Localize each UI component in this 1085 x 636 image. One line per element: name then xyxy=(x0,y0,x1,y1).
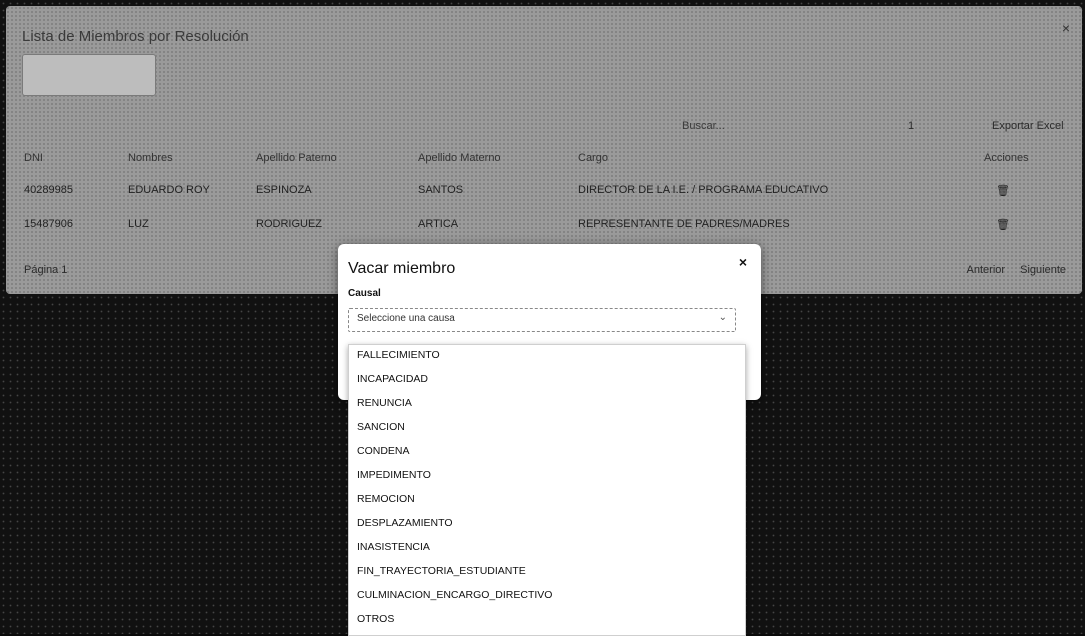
panel-action-button[interactable] xyxy=(22,54,156,96)
export-excel-button[interactable]: Exportar Excel xyxy=(992,120,1064,132)
cell-apellido-paterno: RODRIGUEZ xyxy=(256,218,322,230)
dropdown-option-inasistencia[interactable]: INASISTENCIA xyxy=(357,541,430,553)
cell-cargo: DIRECTOR DE LA I.E. / PROGRAMA EDUCATIVO xyxy=(578,184,829,196)
causal-label: Causal xyxy=(348,288,381,299)
column-header-acciones: Acciones xyxy=(984,152,1029,164)
cell-dni: 15487906 xyxy=(24,218,73,230)
panel-close-icon[interactable]: × xyxy=(1062,20,1070,36)
search-count: 1 xyxy=(908,120,915,132)
pagination-next-button[interactable]: Siguiente xyxy=(1020,264,1066,276)
dropdown-option-impedimento[interactable]: IMPEDIMENTO xyxy=(357,469,431,481)
dropdown-option-renuncia[interactable]: RENUNCIA xyxy=(357,397,412,409)
dropdown-option-fin-trayectoria-estudiante[interactable]: FIN_TRAYECTORIA_ESTUDIANTE xyxy=(357,565,526,577)
cell-apellido-paterno: ESPINOZA xyxy=(256,184,312,196)
trash-icon[interactable]: 🗑 xyxy=(996,218,1010,231)
dropdown-option-remocion[interactable]: REMOCION xyxy=(357,493,415,505)
dropdown-option-culminacion-encargo-directivo[interactable]: CULMINACION_ENCARGO_DIRECTIVO xyxy=(357,589,552,601)
dropdown-option-otros[interactable]: OTROS xyxy=(357,613,394,625)
cell-apellido-materno: ARTICA xyxy=(418,218,459,230)
column-header-apellido-materno: Apellido Materno xyxy=(418,152,501,164)
causal-select[interactable]: Seleccione una causa ⌄ xyxy=(348,308,736,332)
pagination-info: Página 1 xyxy=(24,264,68,276)
column-header-apellido-paterno: Apellido Paterno xyxy=(256,152,337,164)
dropdown-option-fallecimiento[interactable]: FALLECIMIENTO xyxy=(357,349,440,361)
cell-nombres: EDUARDO ROY xyxy=(128,184,210,196)
dropdown-option-incapacidad[interactable]: INCAPACIDAD xyxy=(357,373,428,385)
column-header-nombres: Nombres xyxy=(128,152,173,164)
dropdown-option-condena[interactable]: CONDENA xyxy=(357,445,410,457)
close-icon[interactable]: × xyxy=(739,254,747,270)
column-header-dni: DNI xyxy=(24,152,43,164)
search-input[interactable]: Buscar... xyxy=(682,120,725,132)
pagination-prev-button[interactable]: Anterior xyxy=(967,264,1006,276)
trash-icon[interactable]: 🗑 xyxy=(996,184,1010,197)
dropdown-option-sancion[interactable]: SANCION xyxy=(357,421,405,433)
causal-dropdown-list: FALLECIMIENTO INCAPACIDAD RENUNCIA SANCI… xyxy=(348,344,746,636)
modal-title: Vacar miembro xyxy=(348,260,456,277)
column-header-cargo: Cargo xyxy=(578,152,608,164)
cell-apellido-materno: SANTOS xyxy=(418,184,464,196)
panel-title: Lista de Miembros por Resolución xyxy=(22,28,249,45)
cell-cargo: REPRESENTANTE DE PADRES/MADRES xyxy=(578,218,790,230)
cell-nombres: LUZ xyxy=(128,218,149,230)
cell-dni: 40289985 xyxy=(24,184,73,196)
chevron-down-icon: ⌄ xyxy=(718,312,727,323)
dropdown-option-desplazamiento[interactable]: DESPLAZAMIENTO xyxy=(357,517,453,529)
pagination: Anterior Siguiente xyxy=(955,264,1066,276)
causal-select-value: Seleccione una causa xyxy=(357,313,455,324)
